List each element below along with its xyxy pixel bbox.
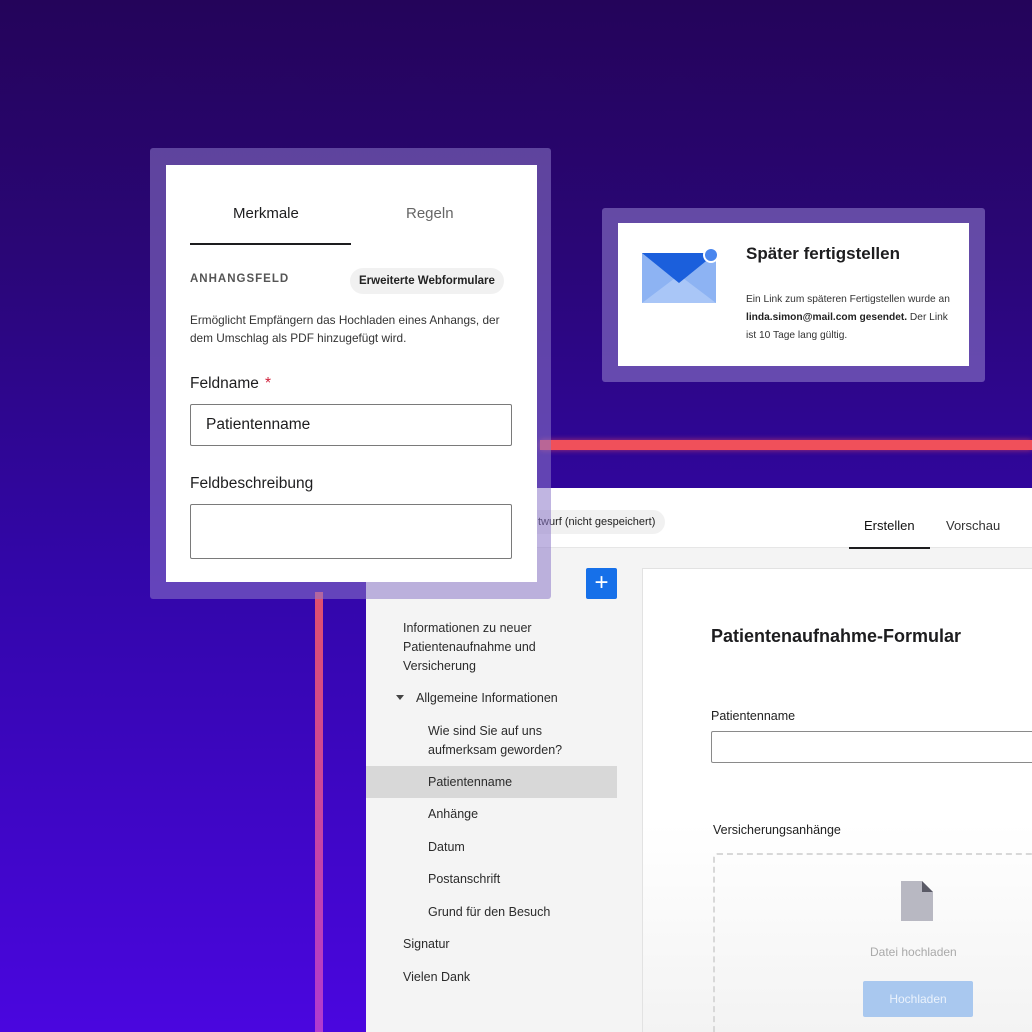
connector-line-horizontal — [540, 440, 1032, 450]
connector-line-vertical — [315, 592, 323, 1032]
tab-merkmale[interactable]: Merkmale — [233, 205, 299, 222]
feature-chip: Erweiterte Webformulare — [350, 268, 504, 294]
outline-group-general[interactable]: Allgemeine Informationen — [416, 689, 558, 708]
upload-dropzone[interactable]: Datei hochladen Hochladen — [713, 853, 1032, 1032]
required-marker: * — [265, 375, 271, 392]
notification-body: Ein Link zum späteren Fertigstellen wurd… — [746, 291, 956, 345]
form-title: Patientenaufnahme-Formular — [711, 626, 961, 647]
notification-title: Später fertigstellen — [746, 244, 900, 264]
properties-panel: Merkmale Regeln ANHANGSFELD Erweiterte W… — [166, 165, 537, 582]
form-canvas: Patientenaufnahme-Formular Patientenname… — [642, 568, 1032, 1032]
field-name-label-text: Feldname — [190, 375, 259, 392]
active-tab-indicator — [849, 547, 930, 549]
form-field-label-patient-name: Patientenname — [711, 709, 795, 723]
outline-item-visit-reason[interactable]: Grund für den Besuch — [428, 903, 550, 922]
save-later-notification: Später fertigstellen Ein Link zum später… — [618, 223, 969, 366]
field-type-description: Ermöglicht Empfängern das Hochladen eine… — [190, 311, 520, 347]
outline-item-attachments[interactable]: Anhänge — [428, 805, 478, 824]
outline-item-intro[interactable]: Informationen zu neuer Patientenaufnahme… — [403, 619, 573, 676]
outline-item-thanks[interactable]: Vielen Dank — [403, 968, 470, 987]
outline-item-signature[interactable]: Signatur — [403, 935, 450, 954]
document-icon — [901, 881, 933, 921]
notification-sent: gesendet. — [857, 312, 907, 323]
outline-item-source[interactable]: Wie sind Sie auf uns aufmerksam geworden… — [428, 722, 578, 760]
upload-button[interactable]: Hochladen — [863, 981, 973, 1017]
panel-active-tab-indicator — [190, 243, 351, 245]
add-field-button[interactable]: + — [586, 568, 617, 599]
outline-item-address[interactable]: Postanschrift — [428, 870, 500, 889]
field-description-label: Feldbeschreibung — [190, 475, 313, 493]
caret-down-icon[interactable] — [396, 695, 404, 700]
tab-vorschau[interactable]: Vorschau — [946, 518, 1000, 533]
upload-hint: Datei hochladen — [870, 945, 957, 959]
form-patient-name-input[interactable] — [711, 731, 1032, 763]
tab-regeln[interactable]: Regeln — [406, 205, 454, 222]
form-attachments-label: Versicherungsanhänge — [713, 823, 841, 837]
field-name-label: Feldname * — [190, 375, 271, 393]
field-name-input[interactable]: Patientenname — [190, 404, 512, 446]
notification-email: linda.simon@mail.com — [746, 312, 857, 323]
field-description-input[interactable] — [190, 504, 512, 559]
outline-item-patient-name[interactable]: Patientenname — [428, 773, 512, 792]
section-label: ANHANGSFELD — [190, 273, 289, 285]
plus-icon: + — [594, 569, 608, 596]
notification-body-prefix: Ein Link zum späteren Fertigstellen wurd… — [746, 294, 950, 305]
envelope-icon — [640, 245, 720, 303]
outline-item-date[interactable]: Datum — [428, 838, 465, 857]
tab-erstellen[interactable]: Erstellen — [864, 518, 915, 533]
